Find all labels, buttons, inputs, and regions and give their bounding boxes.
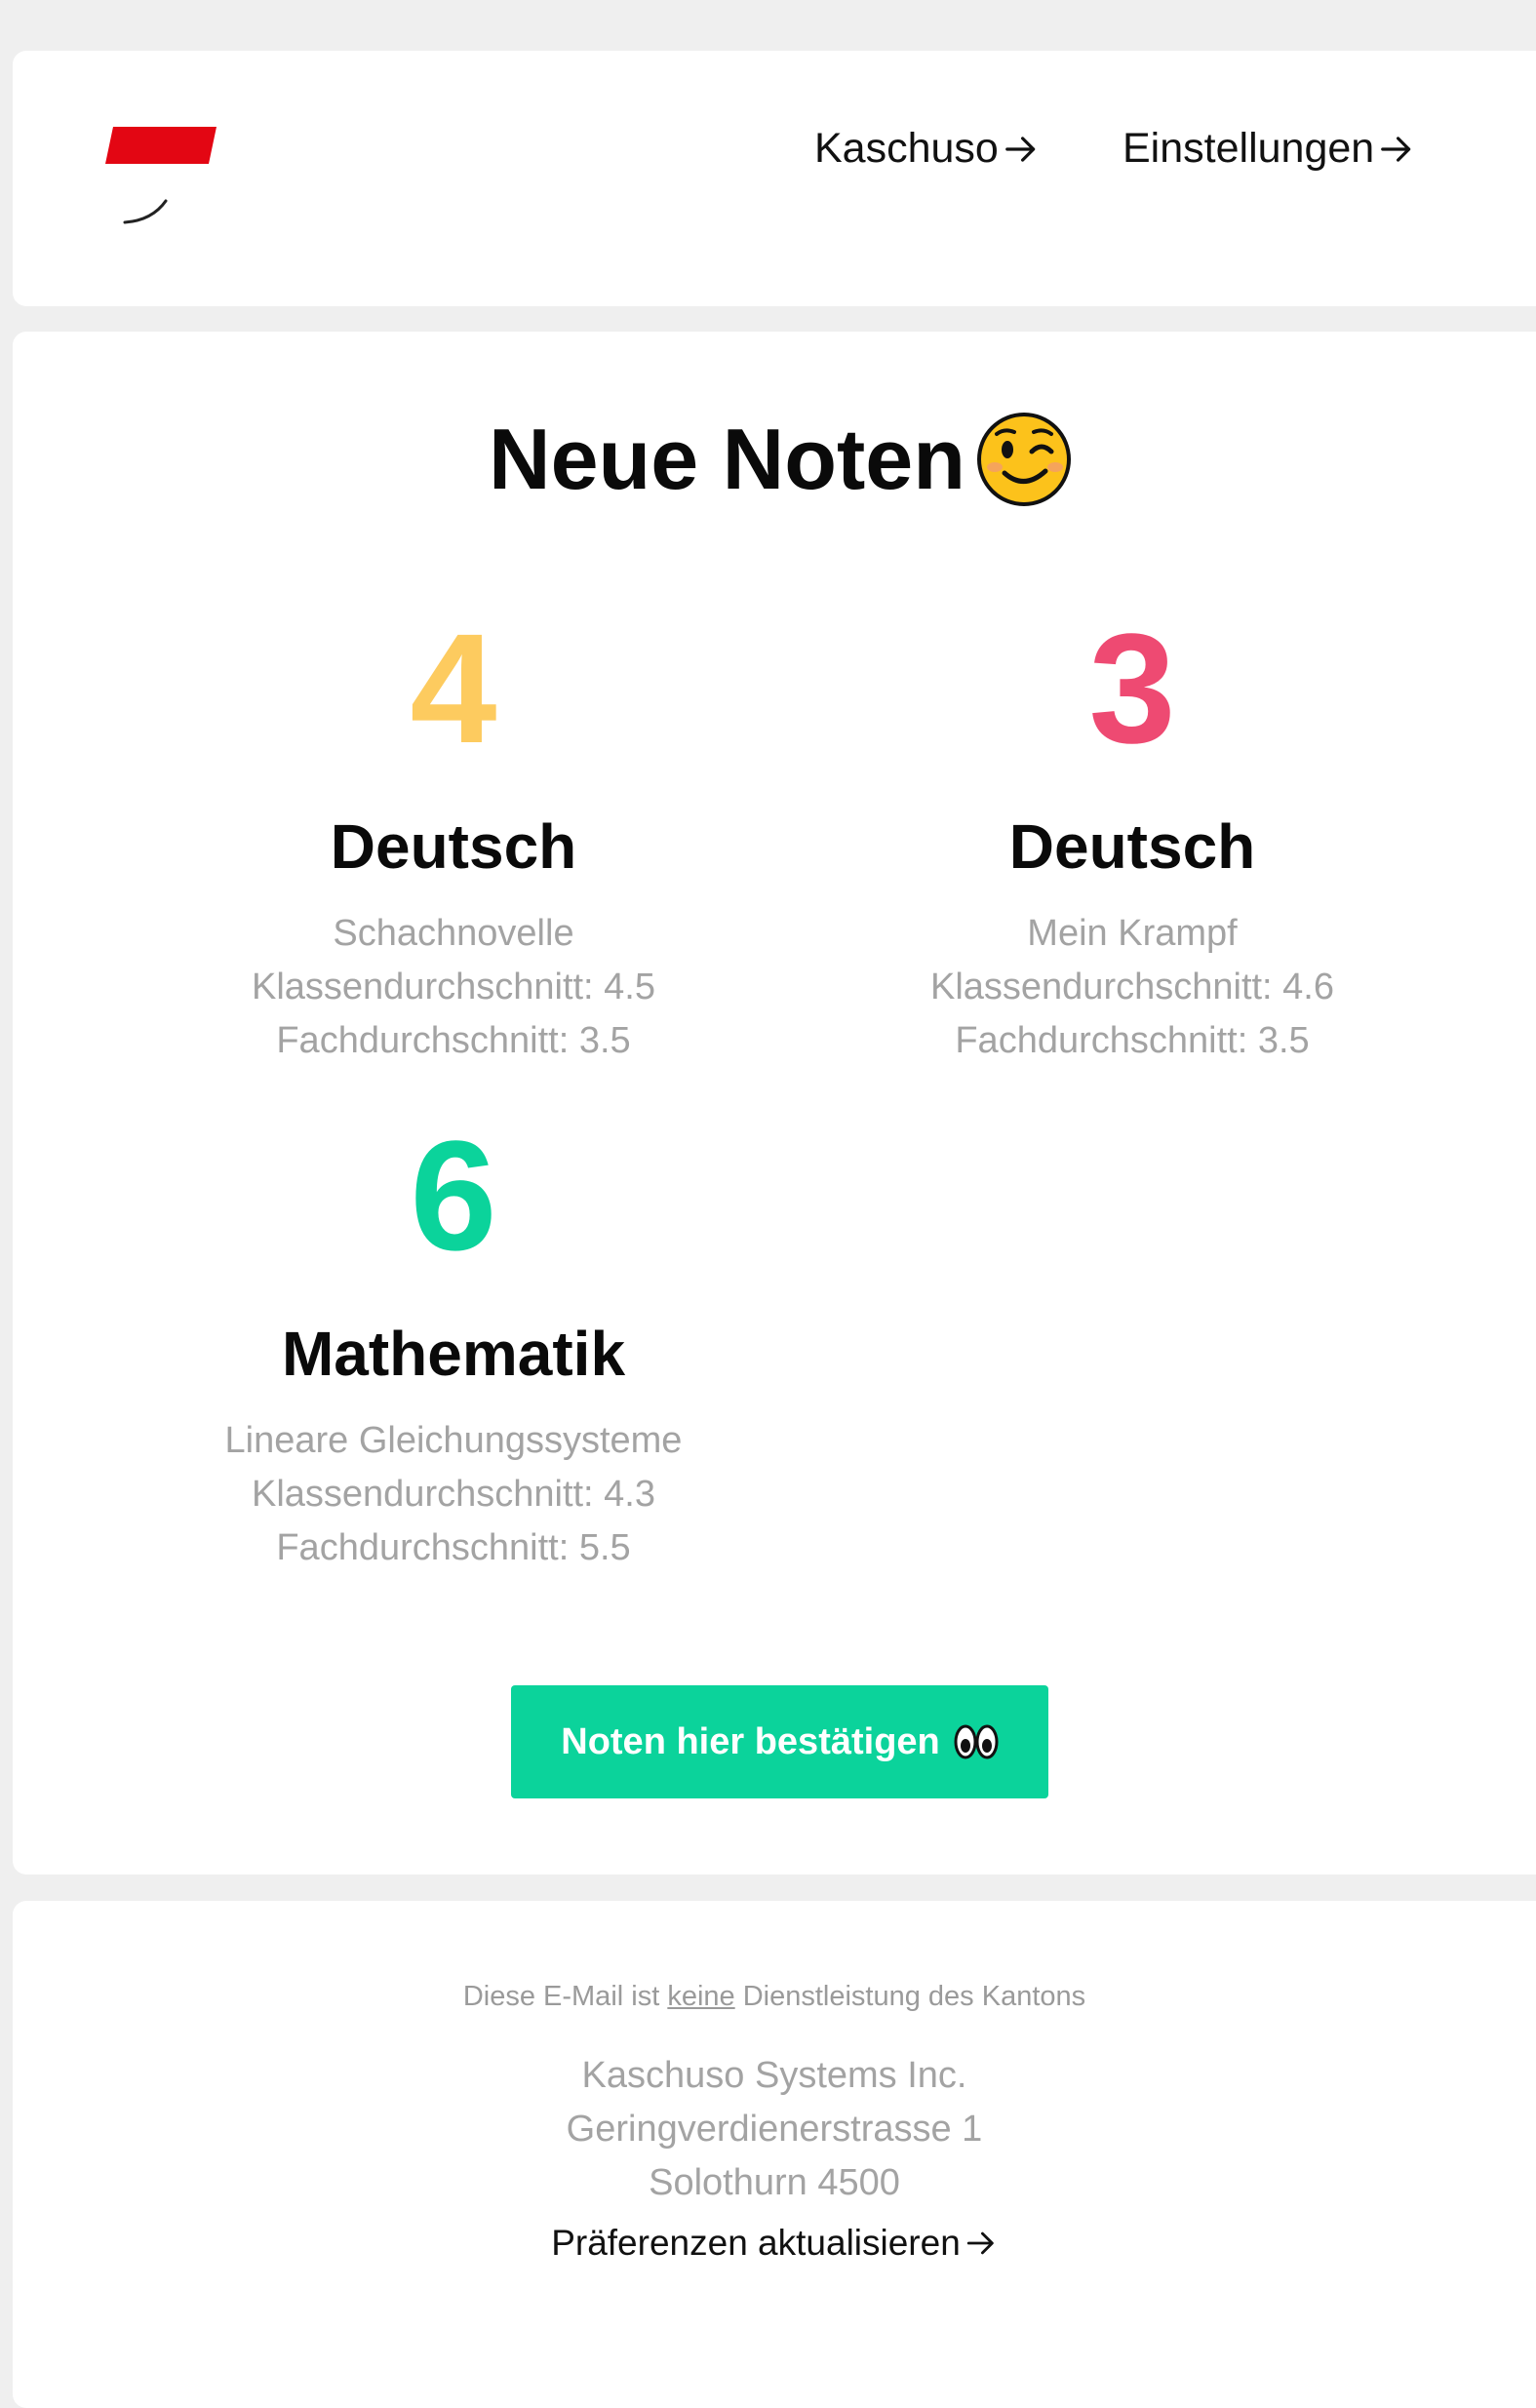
grade-subject: Deutsch [330,811,577,882]
nav-link-label: Kaschuso [814,125,999,172]
arrow-right-icon [966,2231,994,2255]
confirm-grades-button[interactable]: Noten hier bestätigen [511,1685,1048,1798]
page-title: Neue Noten [13,410,1536,509]
company-address: Kaschuso Systems Inc. Geringverdienerstr… [13,2049,1536,2210]
nav-link-kaschuso[interactable]: Kaschuso [814,125,1040,173]
grade-details: Mein Krampf Klassendurchschnitt: 4.6 Fac… [791,907,1474,1068]
footer-card: Diese E-Mail ist keine Dienstleistung de… [13,1901,1536,2408]
nav-link-einstellungen[interactable]: Einstellungen [1122,125,1415,173]
class-average: Klassendurchschnitt: 4.6 [929,967,1334,1007]
grade-value: 3 [1088,601,1176,775]
subject-average: Fachdurchschnitt: 3.5 [276,1020,631,1061]
subject-average: Fachdurchschnitt: 5.5 [276,1527,631,1568]
update-preferences-link[interactable]: Präferenzen aktualisieren [13,2223,1536,2264]
grade-details: Lineare Gleichungssysteme Klassendurchsc… [112,1414,795,1575]
disclaimer-link[interactable]: keine [667,1981,734,2012]
class-average: Klassendurchschnitt: 4.5 [251,967,655,1007]
grade-details: Schachnovelle Klassendurchschnitt: 4.5 F… [112,907,795,1068]
grade-subject: Mathematik [281,1319,626,1389]
class-average: Klassendurchschnitt: 4.3 [251,1474,655,1515]
winking-face-icon [976,413,1071,506]
main-card: Neue Noten 4 Deutsch Schachnovelle Klass… [13,332,1536,1875]
subject-average: Fachdurchschnitt: 3.5 [955,1020,1310,1061]
arrow-right-icon [1381,136,1411,162]
disclaimer-text: Diese E-Mail ist [462,1981,668,2012]
confirm-grades-label: Noten hier bestätigen [561,1720,940,1762]
grade-topic: Schachnovelle [333,913,574,954]
grade-value: 6 [410,1108,497,1283]
grade-entry: 4 Deutsch Schachnovelle Klassendurchschn… [112,611,795,1068]
address-line: Kaschuso Systems Inc. [581,2055,967,2096]
disclaimer-text: Dienstleistung des Kantons [734,1981,1086,2012]
grade-topic: Mein Krampf [1027,913,1238,954]
kaschuso-logo[interactable] [105,127,222,234]
update-preferences-label: Präferenzen aktualisieren [551,2223,961,2263]
grade-topic: Lineare Gleichungssysteme [224,1420,683,1461]
grade-entry: 3 Deutsch Mein Krampf Klassendurchschnit… [791,611,1474,1068]
grade-value: 4 [410,601,497,775]
grade-subject: Deutsch [1008,811,1256,882]
footer-disclaimer: Diese E-Mail ist keine Dienstleistung de… [13,1981,1536,2013]
address-line: Geringverdienerstrasse 1 [566,2109,983,2150]
grade-entry: 6 Mathematik Lineare Gleichungssysteme K… [112,1118,795,1575]
nav-link-label: Einstellungen [1122,125,1375,172]
eyes-icon [954,1724,999,1759]
page-title-text: Neue Noten [489,411,965,507]
header-card: Kaschuso Einstellungen [13,51,1536,306]
address-line: Solothurn 4500 [649,2162,900,2203]
arrow-right-icon [1005,136,1036,162]
